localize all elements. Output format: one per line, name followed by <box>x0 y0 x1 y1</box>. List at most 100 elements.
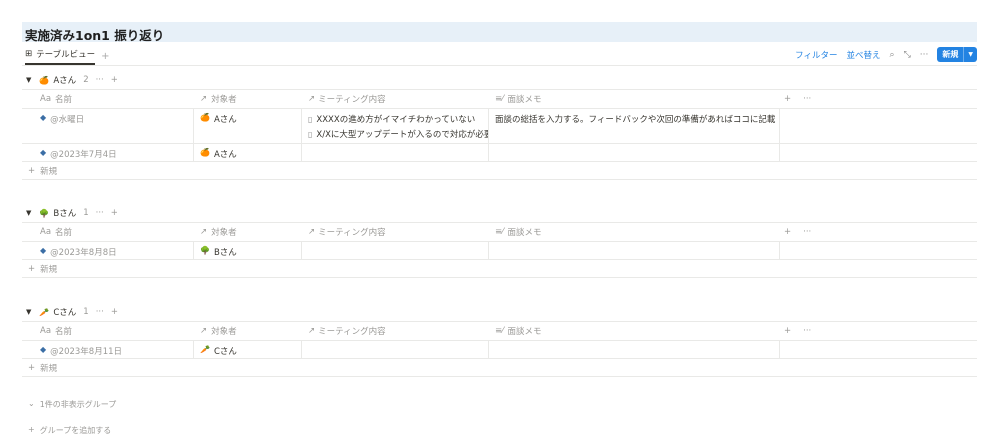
column-header-actions: + ··· <box>780 322 977 340</box>
arrow-relation-icon: ↗ <box>308 227 316 237</box>
cell-name[interactable]: ◆ @2023年7月4日 <box>22 144 194 161</box>
cell-meeting[interactable] <box>302 242 489 259</box>
expand-icon[interactable]: ⤡ <box>904 50 911 60</box>
cell-memo[interactable]: 面談の総括を入力する。フィードバックや次回の準備があればココに記載 <box>489 109 780 143</box>
more-icon[interactable]: ··· <box>96 75 104 85</box>
column-header-target[interactable]: ↗ 対象者 <box>194 90 302 108</box>
meeting-link[interactable]: ▯ X/Xに大型アップデートが入るので対応が必要 <box>308 128 488 141</box>
chat-bubble-icon: ◆ <box>40 148 47 157</box>
arrow-relation-icon: ↗ <box>308 94 316 104</box>
text-type-icon: Aa <box>40 326 52 336</box>
group-count: 2 <box>83 75 89 85</box>
new-button-label: 新規 <box>942 50 959 59</box>
filter-button[interactable]: フィルター <box>795 49 837 61</box>
meeting-link[interactable]: ▯ XXXXの進め方がイマイチわかっていない <box>308 113 475 126</box>
tab-table-view[interactable]: ⊞ テーブルビュー <box>25 48 96 65</box>
column-header-name[interactable]: Aa 名前 <box>22 223 194 241</box>
add-row-button[interactable]: + 新規 <box>22 162 977 180</box>
text-type-icon: Aa <box>40 94 52 104</box>
column-header-memo[interactable]: ≡⁄ 面談メモ <box>489 223 780 241</box>
column-header-actions: + ··· <box>780 223 977 241</box>
arrow-relation-icon: ↗ <box>308 326 316 336</box>
chat-bubble-icon: ◆ <box>40 246 47 255</box>
cell-meeting[interactable] <box>302 341 489 358</box>
add-row-button[interactable]: + 新規 <box>22 359 977 377</box>
more-icon[interactable]: ··· <box>96 208 104 218</box>
column-header-memo[interactable]: ≡⁄ 面談メモ <box>489 90 780 108</box>
add-row-button[interactable]: + 新規 <box>22 260 977 278</box>
column-header-meeting[interactable]: ↗ ミーティング内容 <box>302 322 489 340</box>
column-header-target[interactable]: ↗ 対象者 <box>194 223 302 241</box>
column-header-actions: + ··· <box>780 90 977 108</box>
add-icon: + <box>28 425 35 434</box>
group-name: Cさん <box>53 308 77 318</box>
add-icon[interactable]: + <box>111 75 118 85</box>
column-header-name[interactable]: Aa 名前 <box>22 90 194 108</box>
cell-meeting[interactable]: ▯ XXXXの進め方がイマイチわかっていない ▯ X/Xに大型アップデートが入るので… <box>302 109 489 143</box>
cell-empty <box>780 341 977 358</box>
cell-target[interactable]: 🥕 Cさん <box>194 341 302 358</box>
search-icon[interactable]: ⌕ <box>890 50 895 60</box>
column-header-name[interactable]: Aa 名前 <box>22 322 194 340</box>
cell-name[interactable]: ◆ @2023年8月11日 <box>22 341 194 358</box>
add-icon: + <box>28 263 36 274</box>
tab-label: テーブルビュー <box>36 49 96 60</box>
new-button[interactable]: 新規 ▼ <box>937 47 977 62</box>
hidden-groups-toggle[interactable]: ⌄ 1件の非表示グループ <box>28 399 116 410</box>
add-icon[interactable]: + <box>111 208 118 218</box>
add-view-button[interactable]: + <box>101 51 109 62</box>
table-row[interactable]: ◆ @水曜日 🍊 Aさん ▯ XXXXの進め方がイマイチわかっていない ▯ X/Xに大型… <box>22 109 977 144</box>
collapse-toggle-icon[interactable]: ▼ <box>26 76 31 84</box>
table-row[interactable]: ◆ @2023年8月8日 🌳 Bさん <box>22 242 977 260</box>
cell-empty <box>780 109 977 143</box>
add-group-button[interactable]: + グループを追加する <box>28 425 111 436</box>
text-type-icon: Aa <box>40 227 52 237</box>
arrow-relation-icon: ↗ <box>200 94 208 104</box>
cell-target[interactable]: 🍊 Aさん <box>194 144 302 161</box>
cell-name[interactable]: ◆ @水曜日 <box>22 109 194 143</box>
document-icon: ▯ <box>308 129 313 139</box>
arrow-relation-icon: ↗ <box>200 326 208 336</box>
chat-bubble-icon: ◆ <box>40 113 47 122</box>
chat-bubble-icon: ◆ <box>40 345 47 354</box>
group-emoji-icon: 🍊 <box>39 75 50 85</box>
group-c: ▼ 🥕 Cさん 1 ··· + Aa 名前 ↗ 対象者 ↗ ミーティング内容 ≡⁄ 面談… <box>22 303 977 377</box>
cell-memo[interactable] <box>489 341 780 358</box>
sort-button[interactable]: 並べ替え <box>847 49 881 61</box>
table-row[interactable]: ◆ @2023年7月4日 🍊 Aさん <box>22 144 977 162</box>
column-header-row: Aa 名前 ↗ 対象者 ↗ ミーティング内容 ≡⁄ 面談メモ + ··· <box>22 222 977 242</box>
text-lines-icon: ≡⁄ <box>495 227 504 237</box>
add-icon: + <box>28 362 36 373</box>
group-header: ▼ 🥕 Cさん 1 ··· + <box>22 303 977 321</box>
table-row[interactable]: ◆ @2023年8月11日 🥕 Cさん <box>22 341 977 359</box>
more-icon[interactable]: ··· <box>803 94 811 104</box>
column-header-meeting[interactable]: ↗ ミーティング内容 <box>302 223 489 241</box>
more-icon[interactable]: ··· <box>803 326 811 336</box>
more-icon[interactable]: ··· <box>96 307 104 317</box>
cell-target[interactable]: 🌳 Bさん <box>194 242 302 259</box>
column-header-row: Aa 名前 ↗ 対象者 ↗ ミーティング内容 ≡⁄ 面談メモ + ··· <box>22 321 977 341</box>
more-icon[interactable]: ··· <box>803 227 811 237</box>
cell-target[interactable]: 🍊 Aさん <box>194 109 302 143</box>
more-icon[interactable]: ··· <box>920 50 929 60</box>
cell-meeting[interactable] <box>302 144 489 161</box>
cell-memo[interactable] <box>489 242 780 259</box>
add-column-icon[interactable]: + <box>784 326 791 336</box>
collapse-toggle-icon[interactable]: ▼ <box>26 209 31 217</box>
add-icon[interactable]: + <box>111 307 118 317</box>
arrow-relation-icon: ↗ <box>200 227 208 237</box>
text-lines-icon: ≡⁄ <box>495 94 504 104</box>
add-column-icon[interactable]: + <box>784 227 791 237</box>
collapse-toggle-icon[interactable]: ▼ <box>26 308 31 316</box>
column-header-memo[interactable]: ≡⁄ 面談メモ <box>489 322 780 340</box>
add-icon: + <box>28 165 36 176</box>
add-column-icon[interactable]: + <box>784 94 791 104</box>
page-title[interactable]: 実施済み1on1 振り返り <box>25 25 164 44</box>
cell-name[interactable]: ◆ @2023年8月8日 <box>22 242 194 259</box>
column-header-target[interactable]: ↗ 対象者 <box>194 322 302 340</box>
cell-memo[interactable] <box>489 144 780 161</box>
document-icon: ▯ <box>308 114 313 124</box>
chevron-down-icon[interactable]: ▼ <box>963 47 977 62</box>
group-name: Bさん <box>53 209 77 219</box>
column-header-meeting[interactable]: ↗ ミーティング内容 <box>302 90 489 108</box>
